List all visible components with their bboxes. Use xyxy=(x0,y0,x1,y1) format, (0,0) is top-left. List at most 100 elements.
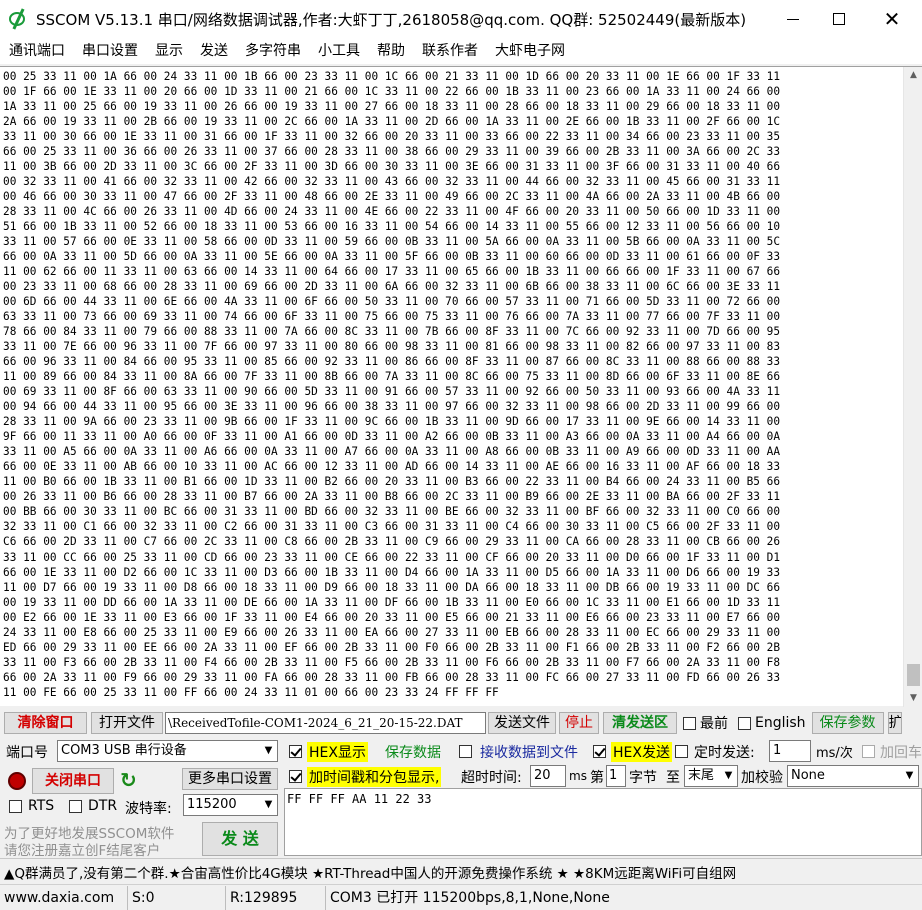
save-params-button[interactable]: 保存参数 xyxy=(811,712,884,734)
receive-line: 66 00 25 33 11 00 36 66 00 26 33 11 00 3… xyxy=(3,145,781,159)
receive-line: 33 11 00 CC 66 00 25 33 11 00 CD 66 00 2… xyxy=(3,550,781,564)
recv-to-file-checkbox[interactable] xyxy=(459,745,472,758)
menu-send[interactable]: 发送 xyxy=(191,38,236,64)
receive-line: 11 00 D7 66 00 19 33 11 00 D8 66 00 18 3… xyxy=(3,580,781,594)
receive-line: 11 00 89 66 00 84 33 11 00 8A 66 00 7F 3… xyxy=(3,370,781,384)
save-data-button[interactable]: 保存数据 xyxy=(385,742,441,762)
receive-line: 33 11 00 A5 66 00 0A 33 11 00 A6 66 00 0… xyxy=(3,445,781,459)
menu-tools[interactable]: 小工具 xyxy=(309,38,368,64)
baud-select-value: 115200 xyxy=(187,797,237,812)
receive-scrollbar[interactable]: ▲ ▼ xyxy=(903,67,922,707)
menu-multi-string[interactable]: 多字符串 xyxy=(236,38,309,64)
send-input[interactable]: FF FF FF AA 11 22 33 xyxy=(284,788,922,856)
timestamp-label: 加时间戳和分包显示, xyxy=(307,767,442,787)
english-checkbox[interactable] xyxy=(738,716,751,730)
timed-send-checkbox[interactable] xyxy=(675,745,688,758)
status-site[interactable]: www.daxia.com xyxy=(0,885,128,910)
to-select[interactable]: 末尾 ▼ xyxy=(684,765,738,787)
menu-port-settings[interactable]: 串口设置 xyxy=(73,38,146,64)
rts-checkbox[interactable] xyxy=(9,800,22,813)
menu-comm-port[interactable]: 通讯端口 xyxy=(0,38,73,64)
open-file-button[interactable]: 打开文件 xyxy=(91,712,163,734)
receive-text[interactable]: 00 25 33 11 00 1A 66 00 24 33 11 00 1B 6… xyxy=(3,69,899,703)
port-status-icon xyxy=(8,772,26,790)
clear-send-button[interactable]: 清发送区 xyxy=(603,712,677,734)
receive-line: 66 00 2A 33 11 00 F9 66 00 29 33 11 00 F… xyxy=(3,670,781,684)
to-select-value: 末尾 xyxy=(688,768,715,783)
expand-button[interactable]: 扩 xyxy=(887,712,902,734)
add-cr-checkbox[interactable] xyxy=(862,745,875,758)
chevron-down-icon: ▼ xyxy=(264,799,273,810)
maximize-button[interactable] xyxy=(816,0,862,38)
status-bar: www.daxia.com S:0 R:129895 COM3 已打开 1152… xyxy=(0,884,922,910)
refresh-icon[interactable]: ↻ xyxy=(120,768,137,792)
ad-text[interactable]: ▲Q群满员了,没有第二个群.★合宙高性价比4G模块 ★RT-Thread中国人的… xyxy=(4,862,736,882)
receive-area[interactable]: 00 25 33 11 00 1A 66 00 24 33 11 00 1B 6… xyxy=(0,66,922,707)
rts-label: RTS xyxy=(28,798,55,814)
chevron-down-icon: ▼ xyxy=(724,770,733,781)
receive-line: 66 00 0A 33 11 00 5D 66 00 0A 33 11 00 5… xyxy=(3,250,781,264)
byte-label: 字节 xyxy=(629,770,657,786)
receive-line: 66 00 96 33 11 00 84 66 00 95 33 11 00 8… xyxy=(3,355,781,369)
maximize-icon xyxy=(833,13,845,25)
receive-line: C6 66 00 2D 33 11 00 C7 66 00 2C 33 11 0… xyxy=(3,535,781,549)
file-path-field[interactable]: \ReceivedTofile-COM1-2024_6_21_20-15-22.… xyxy=(165,712,486,734)
receive-line: 11 00 62 66 00 11 33 11 00 63 66 00 14 3… xyxy=(3,265,781,279)
send-button[interactable]: 发 送 xyxy=(202,822,278,856)
more-settings-button[interactable]: 更多串口设置 xyxy=(182,768,278,790)
receive-line: 32 33 11 00 C1 66 00 32 33 11 00 C2 66 0… xyxy=(3,520,781,534)
baud-select[interactable]: 115200 ▼ xyxy=(183,794,278,816)
timestamp-checkbox[interactable] xyxy=(289,770,302,783)
port-label: 端口号 xyxy=(6,745,48,761)
sscom-app-icon xyxy=(6,8,32,30)
checksum-label: 加校验 xyxy=(741,770,783,786)
minimize-button[interactable] xyxy=(770,0,816,38)
checksum-select[interactable]: None ▼ xyxy=(787,765,919,787)
menu-display[interactable]: 显示 xyxy=(146,38,191,64)
dtr-checkbox[interactable] xyxy=(69,800,82,813)
receive-line: 00 69 33 11 00 8F 66 00 63 33 11 00 90 6… xyxy=(3,385,781,399)
english-label: English xyxy=(755,715,806,731)
file-toolbar: 清除窗口 打开文件 \ReceivedTofile-COM1-2024_6_21… xyxy=(0,711,922,735)
port-select[interactable]: COM3 USB 串行设备 ▼ xyxy=(57,740,278,762)
scroll-up-icon[interactable]: ▲ xyxy=(904,67,922,84)
close-button[interactable]: ✕ xyxy=(862,0,922,38)
receive-line: ED 66 00 29 33 11 00 EE 66 00 2A 33 11 0… xyxy=(3,640,781,654)
menu-contact-author[interactable]: 联系作者 xyxy=(413,38,486,64)
scroll-thumb[interactable] xyxy=(907,664,920,686)
receive-line: 33 11 00 7E 66 00 96 33 11 00 7F 66 00 9… xyxy=(3,340,781,354)
receive-line: 00 26 33 11 00 B6 66 00 28 33 11 00 B7 6… xyxy=(3,490,781,504)
menu-bar: 通讯端口 串口设置 显示 发送 多字符串 小工具 帮助 联系作者 大虾电子网 xyxy=(0,38,922,64)
chevron-down-icon: ▼ xyxy=(905,770,914,781)
ad-bar[interactable]: ▲Q群满员了,没有第二个群.★合宙高性价比4G模块 ★RT-Thread中国人的… xyxy=(0,858,922,884)
checksum-select-value: None xyxy=(791,768,825,783)
hex-display-checkbox[interactable] xyxy=(289,745,302,758)
send-file-button[interactable]: 发送文件 xyxy=(488,712,556,734)
receive-line: 9F 66 00 11 33 11 00 A0 66 00 0F 33 11 0… xyxy=(3,430,781,444)
topmost-checkbox[interactable] xyxy=(683,716,696,730)
add-cr-label: 加回车 xyxy=(880,745,922,761)
port-select-value: COM3 USB 串行设备 xyxy=(61,743,187,758)
receive-line: 1A 33 11 00 25 66 00 19 33 11 00 26 66 0… xyxy=(3,100,781,114)
promo-line-2: 请您注册嘉立创F结尾客户 xyxy=(4,843,161,859)
status-received-count: R:129895 xyxy=(226,885,326,910)
dtr-label: DTR xyxy=(88,798,118,814)
clear-window-button[interactable]: 清除窗口 xyxy=(4,712,87,734)
timeout-input[interactable]: 20 xyxy=(530,765,566,787)
close-port-button[interactable]: 关闭串口 xyxy=(32,768,114,794)
receive-line: 63 33 11 00 73 66 00 69 33 11 00 74 66 0… xyxy=(3,310,781,324)
receive-line: 24 33 11 00 E8 66 00 25 33 11 00 E9 66 0… xyxy=(3,625,781,639)
byte-index-input[interactable]: 1 xyxy=(606,765,626,787)
receive-line: 2A 66 00 19 33 11 00 2B 66 00 19 33 11 0… xyxy=(3,115,781,129)
menu-daxia-site[interactable]: 大虾电子网 xyxy=(486,38,573,64)
timed-interval-input[interactable]: 1 xyxy=(769,740,811,762)
hex-display-label: HEX显示 xyxy=(307,742,368,762)
menu-help[interactable]: 帮助 xyxy=(368,38,413,64)
scroll-down-icon[interactable]: ▼ xyxy=(904,690,922,707)
timed-send-label: 定时发送: xyxy=(694,745,755,761)
byte-no-label: 第 xyxy=(590,770,604,786)
receive-line: 28 33 11 00 4C 66 00 26 33 11 00 4D 66 0… xyxy=(3,205,781,219)
stop-button[interactable]: 停止 xyxy=(559,712,599,734)
ms-per-label: ms/次 xyxy=(816,746,853,761)
hex-send-checkbox[interactable] xyxy=(593,745,606,758)
